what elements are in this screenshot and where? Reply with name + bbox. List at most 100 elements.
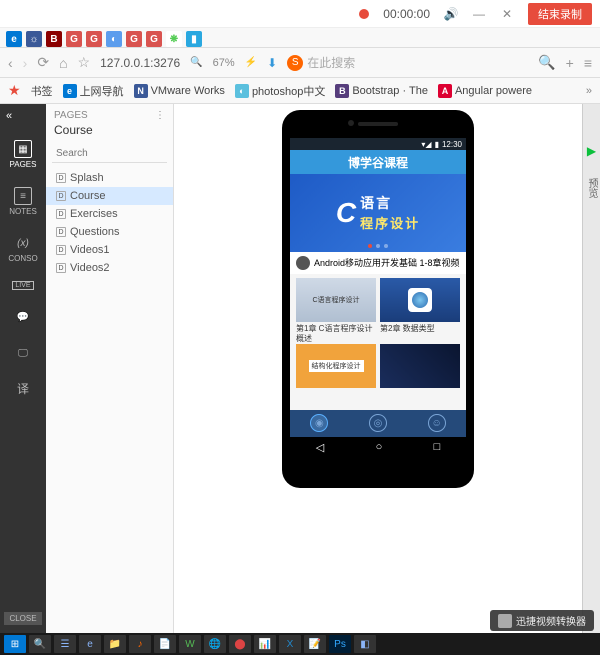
taskbar-app[interactable]: ⬤ — [229, 635, 251, 653]
taskbar-app[interactable]: 🌐 — [204, 635, 226, 653]
taskbar-app[interactable]: X — [279, 635, 301, 653]
tab-profile[interactable]: ☺ — [428, 414, 446, 432]
video-list-row[interactable]: Android移动应用开发基础 1-8章视频 — [290, 252, 466, 274]
close-panel-button[interactable]: CLOSE — [4, 612, 41, 625]
tab-cloud[interactable]: ◐ — [106, 31, 122, 47]
tab-courses[interactable]: ◉ — [310, 414, 328, 432]
android-nav-bar: ◁ ○ □ — [290, 437, 466, 458]
bookmark-item[interactable]: e上网导航 — [63, 83, 124, 99]
hero-banner[interactable]: C 语言 程序设计 — [290, 174, 466, 252]
thumbnail: 结构化程序设计 — [296, 344, 376, 388]
thumbnail: C语言程序设计 — [296, 278, 376, 322]
rail-console[interactable]: (x)CONSO — [8, 234, 37, 263]
course-card[interactable] — [380, 344, 460, 406]
taskbar-app[interactable]: ◧ — [354, 635, 376, 653]
page-item-videos1[interactable]: DVideos1 — [46, 241, 173, 259]
tab-baidu[interactable]: ☼ — [26, 31, 42, 47]
rail-translate[interactable]: 译 — [17, 380, 29, 397]
taskbar-app[interactable]: 📊 — [254, 635, 276, 653]
dot-icon[interactable] — [376, 244, 380, 248]
taskbar-app[interactable]: ♪ — [129, 635, 151, 653]
menu-button[interactable]: ≡ — [584, 55, 592, 71]
tab-edge[interactable]: e — [6, 31, 22, 47]
phone-screen: ▾◢ ▮ 12:30 博学谷课程 C 语言 程序设计 — [290, 138, 466, 458]
rail-pages[interactable]: ▦PAGES — [10, 140, 37, 169]
rail-chat[interactable]: 💬 — [14, 308, 32, 326]
volume-icon[interactable]: 🔊 — [444, 7, 458, 21]
tab-g4[interactable]: G — [146, 31, 162, 47]
end-record-button[interactable]: 结束录制 — [528, 3, 592, 25]
rail-monitor[interactable]: 🖵 — [14, 344, 32, 362]
page-item-exercises[interactable]: DExercises — [46, 205, 173, 223]
collapse-panel-icon[interactable]: « — [6, 110, 12, 122]
taskbar-app[interactable]: 📝 — [304, 635, 326, 653]
card-title — [380, 388, 460, 406]
monitor-icon: 🖵 — [14, 344, 32, 362]
tab-active[interactable]: ▮ — [186, 31, 202, 47]
pages-header: PAGES — [54, 110, 88, 121]
tab-exercises[interactable]: ◎ — [369, 414, 387, 432]
reload-button[interactable]: ⟳ — [37, 54, 49, 71]
pages-menu-icon[interactable]: ⋮ — [155, 110, 165, 121]
bookmark-item[interactable]: AAngular powere — [438, 84, 532, 98]
tab-g3[interactable]: G — [126, 31, 142, 47]
add-button[interactable]: + — [566, 55, 574, 71]
nav-recent-icon[interactable]: □ — [434, 441, 441, 453]
play-icon[interactable]: ▶ — [587, 144, 596, 158]
bookmark-item[interactable]: NVMware Works — [134, 84, 225, 98]
page-icon: D — [56, 173, 66, 183]
page-item-videos2[interactable]: DVideos2 — [46, 259, 173, 277]
nav-home-icon[interactable]: ○ — [376, 441, 383, 453]
favorite-button[interactable]: ☆ — [78, 54, 91, 71]
home-button[interactable]: ⌂ — [59, 55, 67, 71]
chat-icon: 💬 — [14, 308, 32, 326]
course-card[interactable]: 第2章 数据类型 — [380, 278, 460, 340]
browser-tabs: e ☼ B G G ◐ G G ❋ ▮ — [0, 28, 600, 48]
taskbar-app[interactable]: Ps — [329, 635, 351, 653]
download-icon[interactable]: ⬇ — [267, 56, 277, 70]
pages-search-input[interactable] — [52, 145, 167, 163]
rail-notes[interactable]: ≡NOTES — [9, 187, 37, 216]
dot-icon[interactable] — [384, 244, 388, 248]
tab-g1[interactable]: G — [66, 31, 82, 47]
bookmarks-more-icon[interactable]: » — [586, 85, 592, 97]
flash-icon[interactable]: ⚡ — [245, 57, 257, 68]
tab-g2[interactable]: G — [86, 31, 102, 47]
close-icon[interactable]: ✕ — [500, 7, 514, 21]
taskbar-app[interactable]: 📁 — [104, 635, 126, 653]
bookmark-item[interactable]: ◐photoshop中文 — [235, 83, 325, 99]
zoom-out-icon[interactable]: 🔍 — [190, 57, 202, 68]
minimize-icon[interactable]: — — [472, 7, 486, 21]
device-preview: ▾◢ ▮ 12:30 博学谷课程 C 语言 程序设计 — [174, 104, 600, 633]
page-item-course[interactable]: DCourse — [46, 187, 173, 205]
nav-back-icon[interactable]: ◁ — [316, 441, 324, 454]
taskbar-search-icon[interactable]: 🔍 — [29, 635, 51, 653]
taskbar-app[interactable]: W — [179, 635, 201, 653]
start-button[interactable]: ⊞ — [4, 635, 26, 653]
back-button[interactable]: ‹ — [8, 55, 13, 71]
search-icon[interactable]: 🔍 — [538, 54, 555, 71]
main-area: « ▦PAGES ≡NOTES (x)CONSO LIVE 💬 🖵 译 CLOS… — [0, 104, 600, 633]
phone-frame: ▾◢ ▮ 12:30 博学谷课程 C 语言 程序设计 — [282, 110, 474, 488]
taskbar-app[interactable]: 📄 — [154, 635, 176, 653]
tab-wx[interactable]: ❋ — [166, 31, 182, 47]
thumbnail — [380, 344, 460, 388]
forward-button[interactable]: › — [23, 55, 28, 71]
bookmarks-star-icon[interactable]: ★ — [8, 82, 21, 99]
translate-icon: 译 — [17, 380, 29, 397]
course-card[interactable]: 结构化程序设计 — [296, 344, 376, 406]
course-grid: C语言程序设计 第1章 C语言程序设计概述 第2章 数据类型 结构化程序设计 — [290, 274, 466, 410]
page-item-questions[interactable]: DQuestions — [46, 223, 173, 241]
page-item-splash[interactable]: DSplash — [46, 169, 173, 187]
course-card[interactable]: C语言程序设计 第1章 C语言程序设计概述 — [296, 278, 376, 340]
tab-b[interactable]: B — [46, 31, 62, 47]
right-side-panel[interactable]: ▶ 预览 — [582, 104, 600, 633]
card-title: 第1章 C语言程序设计概述 — [296, 322, 376, 340]
taskbar-taskview-icon[interactable]: ☰ — [54, 635, 76, 653]
omnibox-search[interactable]: S 在此搜索 — [287, 54, 528, 71]
dot-icon[interactable] — [368, 244, 372, 248]
bookmark-item[interactable]: BBootstrap · The — [335, 84, 428, 98]
rail-live[interactable]: LIVE — [12, 281, 33, 290]
url-text[interactable]: 127.0.0.1:3276 — [100, 56, 180, 70]
taskbar-app[interactable]: e — [79, 635, 101, 653]
